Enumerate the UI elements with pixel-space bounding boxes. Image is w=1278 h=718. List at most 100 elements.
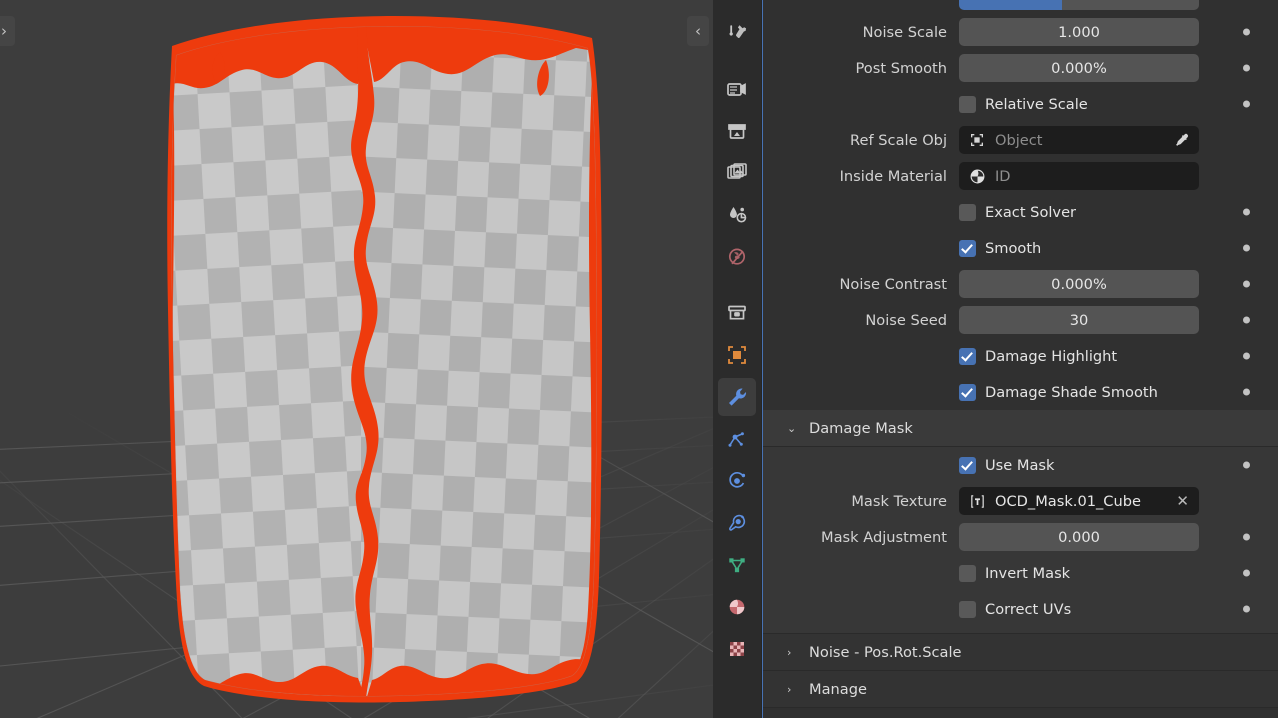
decorator-correct-uvs[interactable] xyxy=(1243,605,1250,613)
decorator-mask-adjustment[interactable] xyxy=(1243,533,1250,541)
field-inside-material[interactable]: ID xyxy=(959,162,1199,190)
field-post-smooth[interactable]: 0.000% xyxy=(959,54,1199,82)
tab-particles[interactable] xyxy=(718,420,756,458)
label-post-smooth: Post Smooth xyxy=(855,59,947,77)
field-noise-seed[interactable]: 30 xyxy=(959,306,1199,334)
constraint-icon xyxy=(725,511,749,535)
tab-collection[interactable] xyxy=(718,294,756,332)
material-sphere-icon xyxy=(725,595,749,619)
tab-world[interactable] xyxy=(718,238,756,276)
tab-scene[interactable] xyxy=(718,196,756,234)
field-noise-contrast[interactable]: 0.000% xyxy=(959,270,1199,298)
tab-view-layer[interactable] xyxy=(718,154,756,192)
tool-icon xyxy=(725,21,749,45)
eyedropper-icon[interactable] xyxy=(1174,132,1191,149)
row-mask-texture: Mask Texture OCD_Mask.01_Cube ✕ xyxy=(763,483,1278,519)
decorator-exact-solver[interactable] xyxy=(1243,208,1250,216)
viewport-sidebar-toggle-left[interactable]: › xyxy=(0,16,15,46)
object-square-icon xyxy=(725,343,749,367)
checkbox-damage-highlight[interactable] xyxy=(959,347,976,365)
chevron-down-icon: ⌄ xyxy=(787,421,797,435)
decorator-invert-mask[interactable] xyxy=(1243,569,1250,577)
decorator-noise-seed[interactable] xyxy=(1243,316,1250,324)
3d-viewport[interactable]: › ‹ xyxy=(0,0,713,718)
row-inside-material: Inside Material ID xyxy=(763,158,1278,194)
row-smooth: Smooth xyxy=(763,230,1278,266)
properties-scroll-region[interactable]: Noise Scale 1.000 Post Smooth 0.000% Rel… xyxy=(762,0,1278,718)
checkbox-relative-scale[interactable] xyxy=(959,95,976,113)
checkbox-use-mask[interactable] xyxy=(959,456,976,474)
label-use-mask[interactable]: Use Mask xyxy=(985,457,1055,474)
collection-box-icon xyxy=(725,301,749,325)
placeholder-inside-material: ID xyxy=(995,167,1011,185)
decorator-noise-contrast[interactable] xyxy=(1243,280,1250,288)
chevron-right-icon: › xyxy=(787,645,792,659)
panel-header-damage-mask[interactable]: ⌄ Damage Mask xyxy=(763,410,1278,446)
panel-title-damage-mask: Damage Mask xyxy=(809,419,913,437)
texture-checker-icon xyxy=(725,637,749,661)
checker-shell xyxy=(171,26,598,697)
texture-icon xyxy=(967,493,987,510)
damaged-cube-object[interactable] xyxy=(0,0,713,718)
viewport-sidebar-toggle-right[interactable]: ‹ xyxy=(687,16,709,46)
decorator-damage-shade-smooth[interactable] xyxy=(1243,388,1250,396)
checkbox-smooth[interactable] xyxy=(959,239,976,257)
tab-constraints[interactable] xyxy=(718,504,756,542)
row-invert-mask: Invert Mask xyxy=(763,555,1278,591)
panel-header-noise-pos-rot-scale[interactable]: › Noise - Pos.Rot.Scale xyxy=(763,634,1278,670)
field-mask-adjustment[interactable]: 0.000 xyxy=(959,523,1199,551)
row-noise-seed: Noise Seed 30 xyxy=(763,302,1278,338)
label-noise-contrast: Noise Contrast xyxy=(839,275,947,293)
tab-physics[interactable] xyxy=(718,462,756,500)
scene-cone-icon xyxy=(725,203,749,227)
label-damage-shade-smooth[interactable]: Damage Shade Smooth xyxy=(985,384,1158,401)
decorator-relative-scale[interactable] xyxy=(1243,100,1250,108)
tab-modifiers[interactable] xyxy=(718,378,756,416)
tab-object[interactable] xyxy=(718,336,756,374)
tab-output[interactable] xyxy=(718,112,756,150)
decorator-post-smooth[interactable] xyxy=(1243,64,1250,72)
placeholder-ref-scale-obj: Object xyxy=(995,131,1043,149)
checkbox-damage-shade-smooth[interactable] xyxy=(959,383,976,401)
field-mask-texture[interactable]: OCD_Mask.01_Cube ✕ xyxy=(959,487,1199,515)
decorator-use-mask[interactable] xyxy=(1243,461,1250,469)
field-noise-scale[interactable]: 1.000 xyxy=(959,18,1199,46)
label-correct-uvs[interactable]: Correct UVs xyxy=(985,601,1071,618)
label-smooth[interactable]: Smooth xyxy=(985,240,1041,257)
blender-window: › ‹ Noise Scale 1.000 Post Smooth 0.000%… xyxy=(0,0,1278,718)
label-noise-seed: Noise Seed xyxy=(865,311,947,329)
panel-header-manage[interactable]: › Manage xyxy=(763,671,1278,707)
wrench-icon xyxy=(725,385,749,409)
chevron-right-icon: › xyxy=(787,682,792,696)
label-exact-solver[interactable]: Exact Solver xyxy=(985,204,1076,221)
particles-icon xyxy=(725,427,749,451)
panel-title-manage: Manage xyxy=(809,680,867,698)
checkbox-correct-uvs[interactable] xyxy=(959,600,976,618)
label-invert-mask[interactable]: Invert Mask xyxy=(985,565,1070,582)
tab-texture[interactable] xyxy=(718,630,756,668)
tab-material[interactable] xyxy=(718,588,756,626)
checkbox-exact-solver[interactable] xyxy=(959,203,976,221)
printer-icon xyxy=(725,119,749,143)
object-icon xyxy=(967,132,987,148)
properties-tab-strip[interactable] xyxy=(713,0,762,718)
label-relative-scale[interactable]: Relative Scale xyxy=(985,96,1088,113)
label-damage-highlight[interactable]: Damage Highlight xyxy=(985,348,1117,365)
row-correct-uvs: Correct UVs xyxy=(763,591,1278,627)
row-noise-scale: Noise Scale 1.000 xyxy=(763,14,1278,50)
field-ref-scale-obj[interactable]: Object xyxy=(959,126,1199,154)
partial-slider[interactable] xyxy=(959,0,1199,10)
decorator-smooth[interactable] xyxy=(1243,244,1250,252)
tab-tool[interactable] xyxy=(718,14,756,52)
decorator-noise-scale[interactable] xyxy=(1243,28,1250,36)
row-ref-scale-obj: Ref Scale Obj Object xyxy=(763,122,1278,158)
label-ref-scale-obj: Ref Scale Obj xyxy=(850,131,947,149)
row-post-smooth: Post Smooth 0.000% xyxy=(763,50,1278,86)
checkbox-invert-mask[interactable] xyxy=(959,564,976,582)
close-icon[interactable]: ✕ xyxy=(1174,492,1191,510)
value-mask-texture: OCD_Mask.01_Cube xyxy=(995,492,1141,510)
decorator-damage-highlight[interactable] xyxy=(1243,352,1250,360)
tab-object-data[interactable] xyxy=(718,546,756,584)
tab-render[interactable] xyxy=(718,70,756,108)
row-use-mask: Use Mask xyxy=(763,447,1278,483)
